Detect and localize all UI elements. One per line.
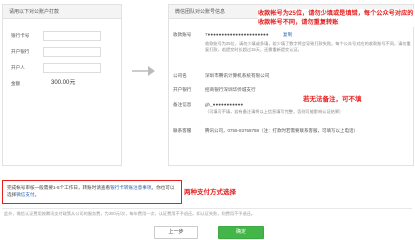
annotation-note-optional: 若无法备注，可不填 [302, 93, 363, 103]
account-label: 收款账号 [173, 32, 192, 37]
account-hint: 收款账号为25位，请勿少填或多填，若少填了数字将会导致打款失败。每个公众号对应的… [205, 41, 411, 52]
panel-title: 微信团队对公账号信息 [175, 9, 226, 15]
field-label-amount: 金额 [11, 81, 21, 86]
contact-value-text: 腾讯公司，0755-83768788（注：打款时若需要联系客服，可填写以上电话） [205, 128, 359, 133]
amount-value: 300.00元 [51, 80, 76, 86]
transfer-notes-link[interactable]: 银行卡转账注意事项 [110, 185, 151, 190]
field-label-card-number: 银行卡号 [11, 33, 30, 38]
note-label: 备注信息 [173, 102, 192, 107]
payer-account-panel: 请用以下对公账户打款 银行卡号 开户银行 开户人 金额 300.00元 [2, 4, 122, 166]
account-number: 7●●●●●●●●●●●●●●●●●●●●●● [205, 32, 269, 37]
bank-value: 招商银行深圳华侨城支行 [205, 87, 256, 92]
confirm-button[interactable]: 确定 [218, 226, 264, 239]
bank-label: 开户银行 [173, 87, 192, 92]
panel-header: 请用以下对公账户打款 [3, 5, 121, 19]
contact-label: 联系客服 [173, 128, 192, 133]
company-value: 深圳市腾讯计算机系统有限公司 [205, 73, 270, 78]
account-hint-text: 收款账号为25位，请勿少填或多填，若少填了数字将会导致打款失败。每个公众号对应的… [205, 41, 411, 52]
field-label-holder: 开户人 [11, 65, 25, 70]
payment-notice-text: 完成帐号审核一般需要1-5个工作日，转账时请查看银行卡转账注意事项。你也可以选择… [7, 184, 179, 198]
bank-field[interactable] [43, 47, 101, 57]
note-hint: （可填可不填，若有备注请将以上信息填写完整，否则可能影响认证结果） [205, 109, 365, 115]
prev-step-button[interactable]: 上一步 [154, 226, 198, 239]
wechat-account-panel: 微信团队对公账号信息 收款账号 7●●●●●●●●●●●●●●●●●●●●●● … [168, 4, 414, 166]
divider [2, 208, 412, 209]
account-holder-field[interactable] [43, 63, 101, 73]
company-label: 公司名 [173, 73, 187, 78]
wechat-pay-link[interactable]: 微信支付 [16, 192, 34, 197]
note-hint-text: （可填可不填，若有备注请将以上信息填写完整，否则可能影响认证结果） [205, 109, 344, 114]
note-value: gh_●●●●●●●●●●● [205, 102, 244, 107]
copy-link[interactable]: 复制 [283, 32, 292, 38]
field-label-bank: 开户银行 [11, 49, 30, 54]
card-number-field[interactable] [43, 31, 101, 41]
arrow-right-icon [132, 66, 155, 76]
panel-title: 请用以下对公账户打款 [9, 9, 60, 15]
annotation-account-warning-text: 收款帐号为25位，请勿少填或是填错，每个公众号对应的收款帐号不同，请勿重复转账 [258, 10, 414, 26]
annotation-payment-choice: 两种支付方式选择 [184, 189, 236, 196]
notice-text: 。 [34, 192, 40, 197]
contact-value: 腾讯公司，0755-83768788（注：打款时若需要联系客服，可填写以上电话） [205, 128, 409, 134]
fee-footnote-text: 此外，微信认证费用按腾讯支付政策从公司的服务费，为300元/次，每年费用一次，认… [4, 211, 256, 216]
payment-notice: 完成帐号审核一般需要1-5个工作日，转账时请查看银行卡转账注意事项。你也可以选择… [2, 180, 182, 204]
annotation-account-warning: 收款帐号为25位，请勿少填或是填错，每个公众号对应的收款帐号不同，请勿重复转账 [258, 9, 414, 27]
notice-text: 完成帐号审核一般需要1-5个工作日，转账时请查看 [7, 185, 111, 190]
fee-footnote: 此外，微信认证费用按腾讯支付政策从公司的服务费，为300元/次，每年费用一次，认… [4, 211, 334, 216]
